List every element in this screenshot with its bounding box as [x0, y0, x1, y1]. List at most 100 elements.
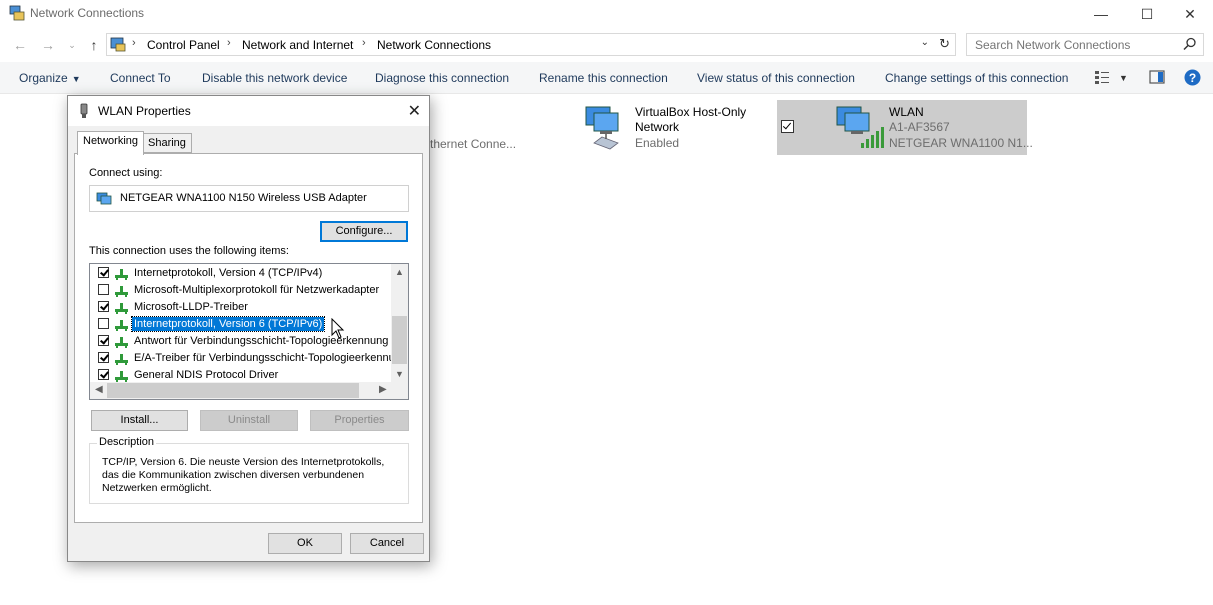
disable-device-button[interactable]: Disable this network device [202, 71, 347, 85]
list-item[interactable]: E/A-Treiber für Verbindungsschicht-Topol… [90, 350, 407, 367]
search-box[interactable] [966, 33, 1204, 56]
chevron-right-icon[interactable]: › [227, 37, 231, 49]
command-bar: Organize ▼ Connect To Disable this networ… [0, 62, 1213, 94]
horizontal-scroll-thumb[interactable] [107, 383, 359, 398]
breadcrumb-network-internet[interactable]: Network and Internet [242, 38, 353, 52]
network-protocol-icon [115, 354, 128, 365]
items-label: This connection uses the following items… [89, 245, 289, 257]
diagnose-button[interactable]: Diagnose this connection [375, 71, 509, 85]
tab-sharing[interactable]: Sharing [142, 133, 192, 153]
list-item[interactable]: Antwort für Verbindungsschicht-Topologie… [90, 333, 393, 350]
cancel-button[interactable]: Cancel [350, 533, 424, 554]
network-adapter-icon [585, 106, 619, 150]
mouse-cursor-icon [331, 318, 345, 339]
help-icon[interactable]: ? [1184, 69, 1201, 86]
item-label: Internetprotokoll, Version 4 (TCP/IPv4) [134, 267, 323, 279]
connect-to-button[interactable]: Connect To [110, 71, 171, 85]
tab-networking[interactable]: Networking [77, 131, 145, 155]
description-legend: Description [97, 436, 157, 448]
dialog-title: WLAN Properties [98, 104, 191, 118]
control-panel-icon [110, 37, 126, 52]
view-status-button[interactable]: View status of this connection [697, 71, 855, 85]
connect-using-label: Connect using: [89, 167, 163, 179]
network-protocol-icon [115, 269, 128, 280]
item-checkbox[interactable] [98, 267, 109, 278]
ethernet-adapter-partial[interactable]: thernet Conne... [430, 137, 516, 151]
uninstall-button[interactable]: Uninstall [200, 410, 298, 431]
change-settings-button[interactable]: Change settings of this connection [885, 71, 1068, 85]
close-icon[interactable]: ✕ [408, 101, 421, 121]
item-label: Microsoft-LLDP-Treiber [134, 301, 248, 313]
chevron-right-icon[interactable]: › [362, 37, 366, 49]
up-arrow-icon[interactable]: ↑ [84, 36, 104, 54]
vertical-scroll-thumb[interactable] [392, 316, 407, 364]
item-label: E/A-Treiber für Verbindungsschicht-Topol… [134, 352, 407, 364]
address-bar[interactable]: › Control Panel › Network and Internet ›… [106, 33, 956, 56]
organize-menu[interactable]: Organize ▼ [19, 71, 81, 85]
wlan-ssid: A1-AF3567 [889, 120, 950, 134]
maximize-button[interactable]: ☐ [1124, 0, 1170, 28]
view-dropdown-icon[interactable]: ▼ [1119, 73, 1128, 83]
adapter-virtualbox[interactable]: VirtualBox Host-Only Network Enabled [578, 101, 768, 155]
wireless-adapter-icon [836, 106, 884, 148]
close-window-button[interactable]: ✕ [1167, 0, 1213, 28]
item-checkbox[interactable] [98, 284, 109, 295]
network-protocol-icon [115, 286, 128, 297]
item-checkbox[interactable] [98, 335, 109, 346]
wlan-device: NETGEAR WNA1100 N1... [889, 136, 1033, 150]
item-checkbox[interactable] [98, 318, 109, 329]
window-title: Network Connections [30, 6, 145, 20]
item-label: Antwort für Verbindungsschicht-Topologie… [134, 335, 389, 347]
rename-button[interactable]: Rename this connection [539, 71, 668, 85]
protocol-list[interactable]: Internetprotokoll, Version 4 (TCP/IPv4) … [89, 263, 409, 400]
wlan-properties-dialog: WLAN Properties ✕ Networking Sharing Con… [67, 95, 430, 562]
forward-arrow-icon[interactable]: → [38, 36, 58, 54]
scroll-left-icon[interactable]: ◀ [95, 384, 103, 395]
minimize-button[interactable]: — [1078, 0, 1124, 28]
recent-locations-icon[interactable]: ⌄ [62, 36, 82, 54]
item-label: Microsoft-Multiplexorprotokoll für Netzw… [134, 284, 380, 296]
description-group: TCP/IP, Version 6. Die neuste Version de… [89, 443, 409, 504]
chevron-down-icon[interactable]: ⌄ [921, 37, 929, 48]
virtualbox-name-line2: Network [635, 120, 680, 134]
scroll-up-icon[interactable]: ▲ [395, 267, 404, 277]
refresh-icon[interactable]: ↻ [939, 36, 950, 52]
ok-button[interactable]: OK [268, 533, 342, 554]
scroll-down-icon[interactable]: ▼ [395, 369, 404, 379]
adapter-wlan[interactable]: WLAN A1-AF3567 NETGEAR WNA1100 N1... [777, 100, 1033, 155]
wlan-select-checkbox[interactable] [781, 120, 794, 133]
install-button[interactable]: Install... [91, 410, 188, 431]
preview-pane-icon[interactable] [1149, 69, 1165, 85]
item-checkbox[interactable] [98, 301, 109, 312]
list-item[interactable]: Microsoft-LLDP-Treiber [90, 299, 393, 316]
breadcrumb-network-connections[interactable]: Network Connections [377, 38, 491, 52]
wlan-adapter-icon [80, 103, 88, 118]
back-arrow-icon[interactable]: ← [10, 36, 30, 54]
network-protocol-icon [115, 320, 128, 331]
configure-button[interactable]: Configure... [320, 221, 408, 242]
networking-panel: Connect using: NETGEAR WNA1100 N150 Wire… [74, 153, 423, 523]
item-checkbox[interactable] [98, 369, 109, 380]
dialog-title-bar[interactable]: WLAN Properties ✕ [68, 96, 429, 126]
properties-button[interactable]: Properties [310, 410, 409, 431]
virtualbox-name-line1: VirtualBox Host-Only [635, 105, 747, 119]
item-label: General NDIS Protocol Driver [134, 369, 279, 381]
network-protocol-icon [115, 337, 128, 348]
caret-down-icon: ▼ [71, 74, 81, 84]
scroll-right-icon[interactable]: ▶ [379, 384, 387, 395]
search-icon[interactable] [1183, 37, 1197, 51]
horizontal-scrollbar[interactable]: ◀ ▶ [90, 382, 408, 399]
view-options-icon[interactable] [1094, 69, 1110, 85]
chevron-right-icon: › [132, 37, 136, 49]
breadcrumb-control-panel[interactable]: Control Panel [147, 38, 220, 52]
item-checkbox[interactable] [98, 352, 109, 363]
list-item[interactable]: Internetprotokoll, Version 4 (TCP/IPv4) [90, 265, 393, 282]
title-bar: Network Connections — ☐ ✕ [0, 0, 1213, 28]
search-input[interactable] [967, 34, 1177, 55]
adapter-field: NETGEAR WNA1100 N150 Wireless USB Adapte… [89, 185, 409, 212]
vertical-scrollbar[interactable]: ▲ ▼ [391, 264, 408, 384]
virtualbox-status: Enabled [635, 136, 680, 150]
network-connections-icon [9, 5, 25, 21]
list-item[interactable]: Microsoft-Multiplexorprotokoll für Netzw… [90, 282, 393, 299]
list-item[interactable]: Internetprotokoll, Version 6 (TCP/IPv6) [90, 316, 393, 333]
